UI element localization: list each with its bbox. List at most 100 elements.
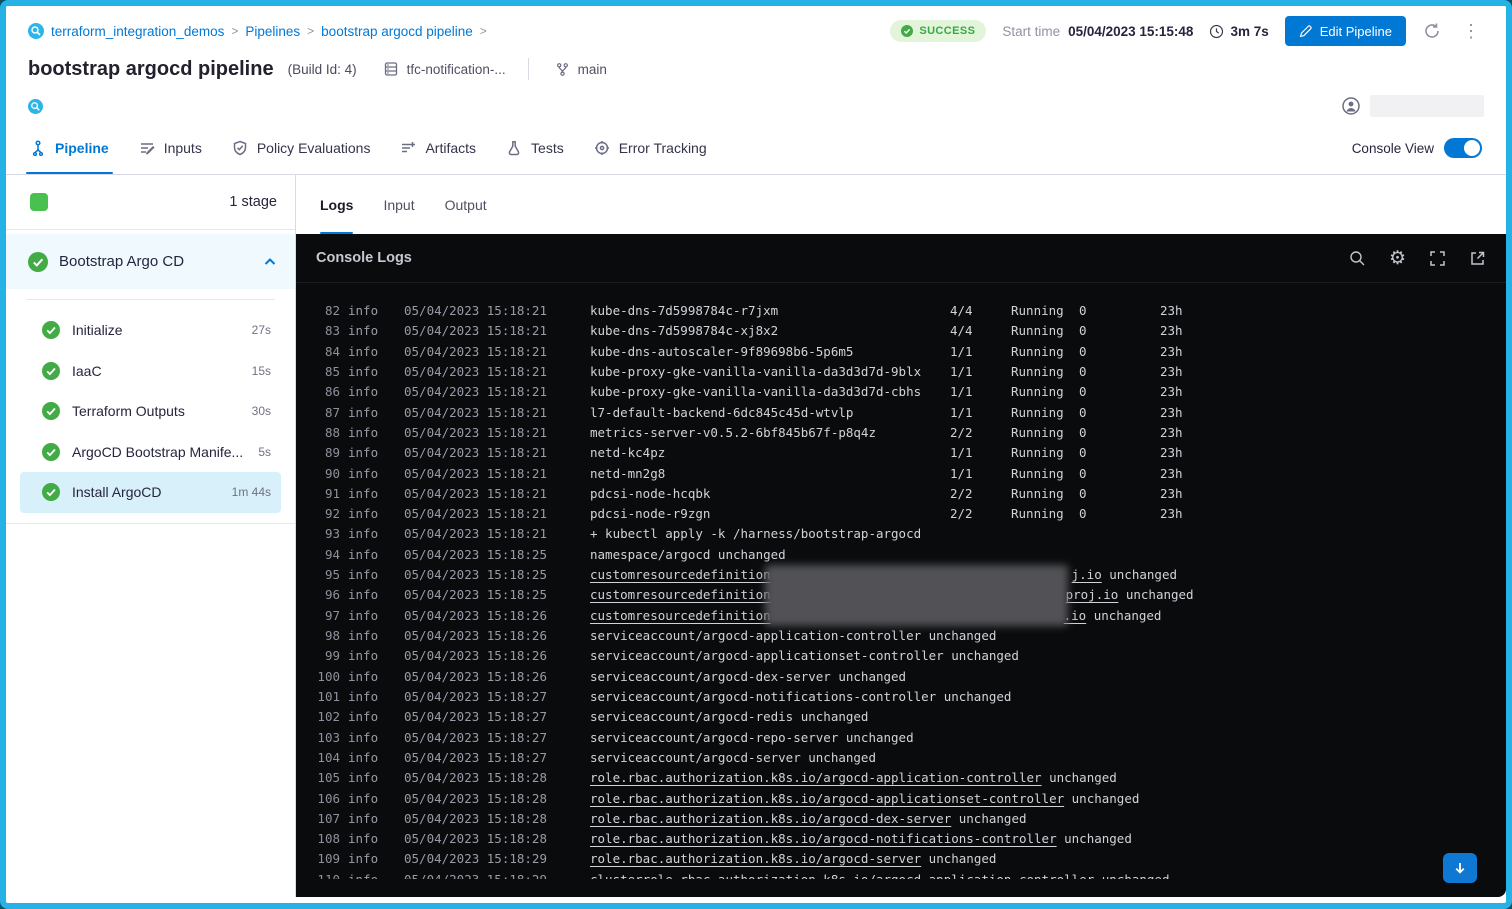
open-in-new-icon[interactable] — [1469, 250, 1486, 267]
breadcrumb-link[interactable]: terraform_integration_demos — [51, 24, 224, 39]
edit-pipeline-button[interactable]: Edit Pipeline — [1285, 16, 1406, 46]
log-message: role.rbac.authorization.k8s.io/argocd-no… — [590, 829, 1506, 849]
tab-artifacts[interactable]: Artifacts — [400, 122, 476, 174]
pod-age: 23h — [1160, 504, 1183, 524]
log-line-number: 84 — [314, 342, 340, 362]
stage-count-label: 1 stage — [229, 194, 277, 210]
step-item[interactable]: Terraform Outputs30s — [20, 391, 281, 432]
header-row-title: bootstrap argocd pipeline (Build Id: 4) … — [28, 48, 1484, 90]
user-avatar-icon[interactable] — [1342, 97, 1360, 115]
log-line: 99info05/04/2023 15:18:26serviceaccount/… — [314, 646, 1506, 666]
step-item[interactable]: ArgoCD Bootstrap Manife...5s — [20, 432, 281, 473]
pod-status: Running — [1011, 362, 1064, 382]
step-duration: 15s — [252, 364, 271, 378]
tab-inputs[interactable]: Inputs — [139, 122, 202, 174]
log-message: serviceaccount/argocd-notifications-cont… — [590, 687, 1506, 707]
log-message: pdcsi-node-r9zgn2/2Running023h — [590, 504, 1506, 524]
log-message: serviceaccount/argocd-redis unchanged — [590, 707, 1506, 727]
step-name: Initialize — [72, 322, 123, 338]
breadcrumb-separator: > — [480, 24, 487, 38]
log-level: info — [348, 870, 378, 879]
repo-chip[interactable]: tfc-notification-... — [383, 61, 506, 77]
step-item[interactable]: Initialize27s — [20, 310, 281, 351]
tab-label: Inputs — [164, 140, 202, 156]
log-level: info — [348, 585, 378, 605]
log-line: 92info05/04/2023 15:18:21pdcsi-node-r9zg… — [314, 504, 1506, 524]
log-link[interactable]: role.rbac.authorization.k8s.io/argocd-ap… — [590, 770, 1042, 785]
policy-icon — [232, 140, 248, 156]
header-row-top: terraform_integration_demos>Pipelines>bo… — [28, 6, 1484, 48]
branch-chip[interactable]: main — [555, 62, 607, 77]
log-line: 87info05/04/2023 15:18:21l7-default-back… — [314, 403, 1506, 423]
fullscreen-icon[interactable] — [1429, 250, 1446, 267]
breadcrumb-link[interactable]: bootstrap argocd pipeline — [321, 24, 473, 39]
tab-pipeline[interactable]: Pipeline — [30, 122, 109, 174]
start-time-label: Start time — [1002, 24, 1060, 39]
log-tab-output[interactable]: Output — [445, 175, 487, 234]
search-icon[interactable] — [1349, 250, 1366, 267]
tab-policy-evaluations[interactable]: Policy Evaluations — [232, 122, 371, 174]
tab-label: Policy Evaluations — [257, 140, 371, 156]
log-link[interactable]: .io — [1064, 608, 1087, 623]
chevron-up-icon[interactable] — [263, 255, 277, 269]
log-line-number: 109 — [314, 849, 340, 869]
log-level: info — [348, 606, 378, 626]
log-line-number: 86 — [314, 382, 340, 402]
console-panel: Console Logs ⚙ 82info05/04 — [296, 234, 1506, 897]
log-text: unchanged — [951, 811, 1026, 826]
main-area: 1 stage Bootstrap Argo CD Initialize27sI… — [6, 175, 1506, 897]
log-timestamp: 05/04/2023 15:18:21 — [404, 423, 548, 443]
log-link[interactable]: role.rbac.authorization.k8s.io/argocd-no… — [590, 831, 1057, 846]
log-tab-logs[interactable]: Logs — [320, 175, 353, 234]
log-line-number: 102 — [314, 707, 340, 727]
log-line-number: 96 — [314, 585, 340, 605]
log-line: 100info05/04/2023 15:18:26serviceaccount… — [314, 667, 1506, 687]
pod-status: Running — [1011, 321, 1064, 341]
clock-icon — [1209, 24, 1224, 39]
harness-module-icon — [28, 99, 43, 114]
log-link[interactable]: role.rbac.authorization.k8s.io/argocd-de… — [590, 811, 951, 826]
log-level: info — [348, 423, 378, 443]
log-link[interactable]: customresourcedefinition — [590, 567, 771, 582]
log-link[interactable]: customresourcedefinition — [590, 608, 771, 623]
success-check-icon — [901, 25, 913, 37]
settings-gear-icon[interactable]: ⚙ — [1389, 249, 1406, 268]
log-link[interactable]: role.rbac.authorization.k8s.io/argocd-ap… — [590, 791, 1064, 806]
stage-row[interactable]: Bootstrap Argo CD — [6, 234, 295, 289]
log-line: 107info05/04/2023 15:18:28role.rbac.auth… — [314, 809, 1506, 829]
pod-status: Running — [1011, 403, 1064, 423]
app-window: terraform_integration_demos>Pipelines>bo… — [0, 0, 1512, 909]
console-view-toggle[interactable] — [1444, 138, 1482, 158]
step-item[interactable]: IaaC15s — [20, 351, 281, 392]
pod-name: l7-default-backend-6dc845c45d-wtvlp — [590, 405, 853, 420]
log-tab-input[interactable]: Input — [383, 175, 414, 234]
build-id: (Build Id: 4) — [288, 62, 357, 77]
pod-name: netd-mn2g8 — [590, 466, 665, 481]
log-message: metrics-server-v0.5.2-6bf845b67f-p8q4z2/… — [590, 423, 1506, 443]
log-link[interactable]: j.io — [1072, 567, 1102, 582]
tab-tests[interactable]: Tests — [506, 122, 564, 174]
step-item[interactable]: Install ArgoCD1m 44s — [20, 472, 281, 513]
pod-name: metrics-server-v0.5.2-6bf845b67f-p8q4z — [590, 425, 876, 440]
log-timestamp: 05/04/2023 15:18:21 — [404, 362, 548, 382]
breadcrumb-link[interactable]: Pipelines — [245, 24, 300, 39]
log-link[interactable]: role.rbac.authorization.k8s.io/argocd-se… — [590, 851, 921, 866]
log-link[interactable]: customresourcedefinition — [590, 587, 771, 602]
user-email-redacted — [1370, 95, 1484, 117]
log-message: customresourcedefinition.io unchanged — [590, 606, 1506, 626]
tab-error-tracking[interactable]: Error Tracking — [594, 122, 707, 174]
log-timestamp: 05/04/2023 15:18:26 — [404, 606, 548, 626]
refresh-button[interactable] — [1422, 21, 1442, 41]
pod-ready: 2/2 — [950, 484, 973, 504]
log-line: 110info05/04/2023 15:18:29clusterrole.rb… — [314, 870, 1506, 879]
repo-icon — [383, 61, 399, 77]
log-line: 90info05/04/2023 15:18:21netd-mn2g81/1Ru… — [314, 464, 1506, 484]
pod-status: Running — [1011, 382, 1064, 402]
pod-restarts: 0 — [1079, 423, 1087, 443]
scroll-to-bottom-button[interactable] — [1443, 853, 1477, 883]
pod-restarts: 0 — [1079, 342, 1087, 362]
log-line: 105info05/04/2023 15:18:28role.rbac.auth… — [314, 768, 1506, 788]
log-link[interactable]: proj.io — [1066, 587, 1119, 602]
log-line-number: 100 — [314, 667, 340, 687]
more-options-button[interactable]: ⋮ — [1458, 22, 1484, 40]
